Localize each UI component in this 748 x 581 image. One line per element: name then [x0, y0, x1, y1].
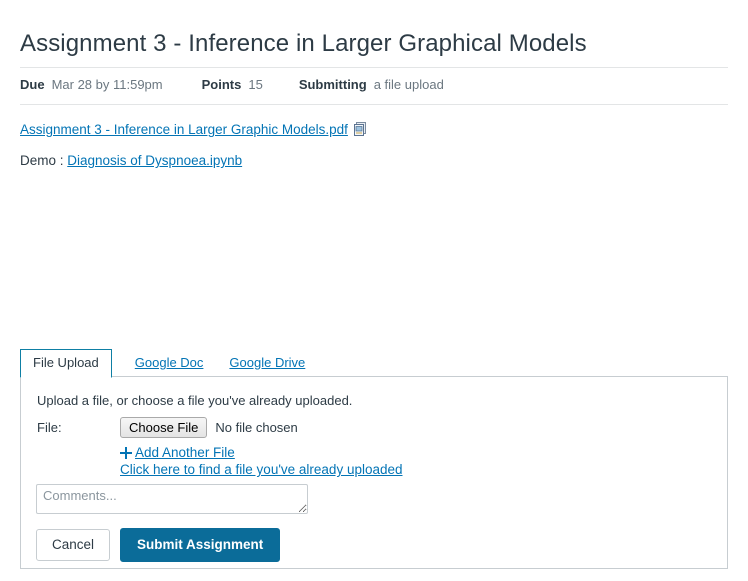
- assignment-submission-page: Assignment 3 - Inference in Larger Graph…: [0, 0, 748, 581]
- file-upload-panel: Upload a file, or choose a file you've a…: [20, 376, 728, 569]
- file-picker-row: File: Choose File No file chosen: [37, 417, 298, 438]
- form-actions: Cancel Submit Assignment: [36, 528, 280, 562]
- add-another-file-button[interactable]: Add Another File: [120, 445, 403, 461]
- tab-google-drive[interactable]: Google Drive: [216, 349, 318, 377]
- meta-points: Points 15: [202, 77, 263, 92]
- document-preview-icon[interactable]: [354, 122, 368, 137]
- demo-line: Demo : Diagnosis of Dyspnoea.ipynb: [20, 152, 368, 170]
- points-label: Points: [202, 77, 242, 92]
- submission-tabs-container: File Upload Google Doc Google Drive Uplo…: [20, 351, 728, 569]
- comments-input[interactable]: [36, 484, 308, 514]
- choose-file-button[interactable]: Choose File: [120, 417, 207, 438]
- plus-icon: [120, 447, 132, 459]
- no-file-chosen-text: No file chosen: [215, 420, 297, 435]
- attachment-pdf-link[interactable]: Assignment 3 - Inference in Larger Graph…: [20, 122, 348, 137]
- cancel-button[interactable]: Cancel: [36, 529, 110, 561]
- meta-submitting: Submitting a file upload: [299, 77, 444, 92]
- submission-tabs: File Upload Google Doc Google Drive: [20, 351, 728, 377]
- add-file-block: Add Another File Click here to find a fi…: [120, 445, 403, 477]
- demo-prefix-label: Demo :: [20, 153, 67, 168]
- assignment-meta: Due Mar 28 by 11:59pm Points 15 Submitti…: [20, 77, 444, 95]
- attachment-line: Assignment 3 - Inference in Larger Graph…: [20, 121, 368, 139]
- file-input[interactable]: Choose File No file chosen: [120, 417, 298, 438]
- file-label: File:: [37, 420, 120, 435]
- meta-due: Due Mar 28 by 11:59pm: [20, 77, 163, 92]
- tab-file-upload[interactable]: File Upload: [20, 349, 112, 378]
- submitting-label: Submitting: [299, 77, 367, 92]
- find-uploaded-file-link[interactable]: Click here to find a file you've already…: [120, 463, 403, 477]
- add-another-file-label: Add Another File: [135, 445, 235, 461]
- due-value: Mar 28 by 11:59pm: [52, 77, 163, 92]
- submitting-value: a file upload: [374, 77, 444, 92]
- page-title: Assignment 3 - Inference in Larger Graph…: [20, 29, 587, 59]
- upload-instructions: Upload a file, or choose a file you've a…: [37, 393, 352, 408]
- tab-google-doc[interactable]: Google Doc: [122, 349, 217, 377]
- divider-bottom: [20, 104, 728, 105]
- demo-notebook-link[interactable]: Diagnosis of Dyspnoea.ipynb: [67, 153, 242, 168]
- submit-assignment-button[interactable]: Submit Assignment: [120, 528, 280, 562]
- assignment-description: Assignment 3 - Inference in Larger Graph…: [20, 121, 368, 183]
- due-label: Due: [20, 77, 45, 92]
- points-value: 15: [248, 77, 262, 92]
- divider-top: [20, 67, 728, 68]
